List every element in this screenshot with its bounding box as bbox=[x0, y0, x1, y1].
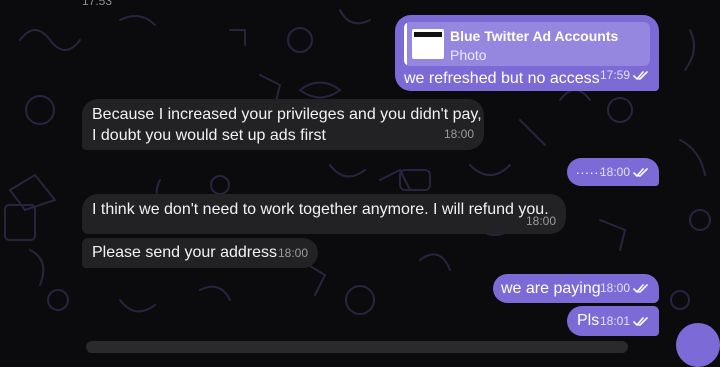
message-text: we are paying bbox=[501, 280, 601, 297]
message-text-line: Because I increased your privileges and … bbox=[92, 106, 482, 123]
message-meta: 18:00 bbox=[526, 211, 556, 232]
message-text: Pls bbox=[577, 312, 600, 329]
message-meta: 18:00 bbox=[600, 162, 649, 183]
outgoing-message[interactable]: Blue Twitter Ad Accounts Photo we refres… bbox=[395, 15, 659, 91]
message-meta: 18:00 bbox=[278, 243, 308, 264]
clipped-message-time: 17:53 bbox=[82, 0, 113, 8]
message-meta: 18:00 bbox=[444, 124, 474, 145]
message-list[interactable]: 17:53 Blue Twitter Ad Accounts Photo we … bbox=[0, 0, 720, 367]
clipped-incoming-message[interactable] bbox=[86, 341, 628, 353]
outgoing-message[interactable]: we are paying 18:00 bbox=[493, 274, 659, 303]
message-text-line: I doubt you would set up ads first bbox=[92, 127, 326, 144]
outgoing-message[interactable]: ...... 18:00 bbox=[567, 158, 659, 186]
reply-preview[interactable]: Blue Twitter Ad Accounts Photo bbox=[404, 22, 650, 66]
message-time: 18:00 bbox=[443, 127, 474, 141]
double-check-icon bbox=[633, 167, 648, 177]
message-meta: 17:59 bbox=[600, 65, 649, 86]
message-text: I think we don't need to work together a… bbox=[92, 201, 549, 218]
message-time: 18:00 bbox=[599, 281, 630, 295]
message-meta: 18:00 bbox=[600, 278, 649, 299]
outgoing-message[interactable]: Pls 18:01 bbox=[567, 306, 659, 336]
message-text: we refreshed but no access bbox=[404, 70, 600, 87]
reply-accent-bar bbox=[404, 22, 407, 66]
incoming-message[interactable]: Because I increased your privileges and … bbox=[82, 99, 484, 150]
message-time: 18:00 bbox=[277, 246, 308, 260]
reply-title: Blue Twitter Ad Accounts bbox=[450, 28, 619, 44]
double-check-icon bbox=[633, 283, 648, 293]
reply-thumbnail bbox=[412, 29, 444, 59]
floating-action-button[interactable] bbox=[676, 323, 720, 367]
double-check-icon bbox=[633, 70, 648, 80]
message-meta: 18:01 bbox=[600, 311, 649, 332]
reply-subtitle: Photo bbox=[450, 47, 487, 63]
message-text: Please send your address bbox=[92, 244, 277, 261]
message-time: 18:01 bbox=[599, 314, 630, 328]
message-time: 18:00 bbox=[525, 214, 556, 228]
double-check-icon bbox=[633, 316, 648, 326]
incoming-message[interactable]: I think we don't need to work together a… bbox=[82, 194, 566, 234]
incoming-message[interactable]: Please send your address 18:00 bbox=[82, 238, 318, 268]
message-time: 18:00 bbox=[599, 165, 630, 179]
message-time: 17:59 bbox=[599, 68, 630, 82]
